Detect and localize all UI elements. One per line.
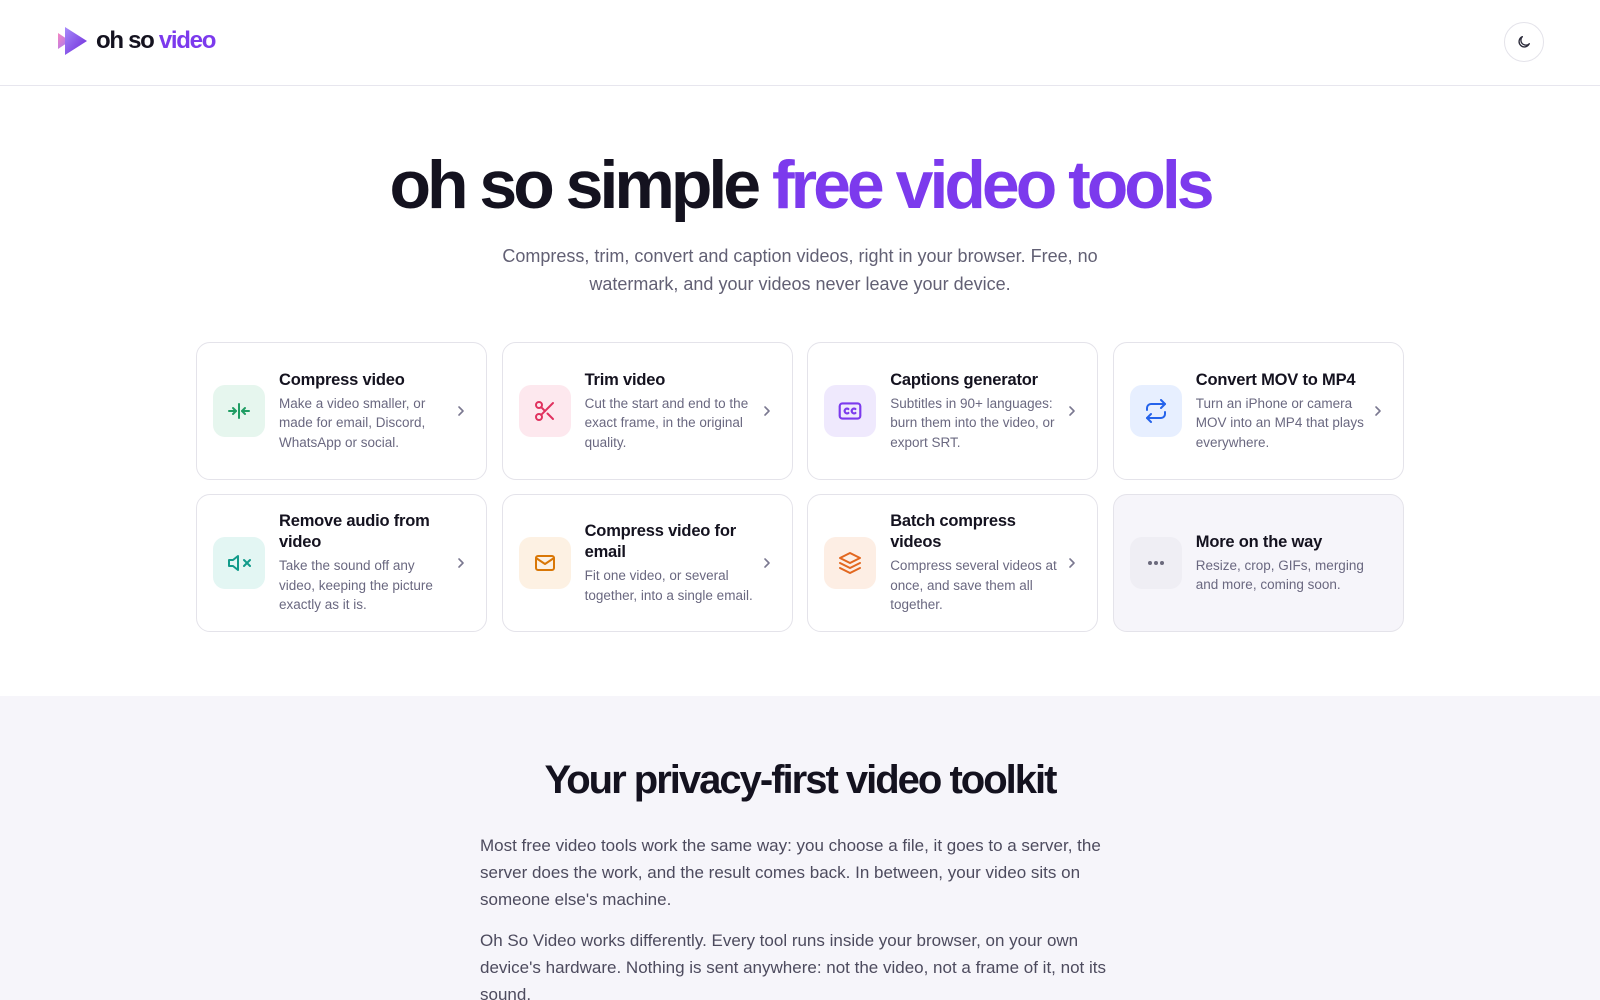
mail-icon: [534, 555, 555, 571]
more-dots-icon: [1147, 561, 1164, 565]
chevron-right-icon: [458, 558, 464, 568]
tool-title: Remove audio from video: [279, 512, 430, 552]
moon-icon: [1518, 36, 1530, 48]
theme-toggle-button[interactable]: [1504, 22, 1544, 62]
privacy-section: Your privacy-first video toolkit Most fr…: [0, 696, 1600, 1000]
tool-icon-box: [1129, 537, 1182, 589]
tools-grid: Compress video Make a video smaller, or …: [196, 342, 1404, 632]
tool-description: Take the sound off any video, keeping th…: [279, 558, 433, 613]
hero-title-accent: free video tools: [771, 147, 1215, 223]
tool-description: Resize, crop, GIFs, merging and more, co…: [1195, 557, 1364, 593]
compress-icon: [228, 403, 250, 419]
chevron-right-icon: [1069, 558, 1075, 568]
tool-description: Subtitles in 90+ languages: burn them in…: [890, 395, 1055, 450]
scissors-icon: [534, 401, 554, 421]
privacy-paragraph-2: Oh So Video works differently. Every too…: [480, 931, 1106, 1000]
tool-icon-box: [518, 537, 571, 589]
tool-title: Convert MOV to MP4: [1195, 370, 1356, 389]
privacy-heading: Your privacy-first video toolkit: [544, 758, 1058, 802]
tool-icon-box: [824, 385, 877, 437]
tool-description: Fit one video, or several together, into…: [584, 568, 753, 603]
tool-description: Make a video smaller, or made for email,…: [279, 395, 426, 450]
convert-arrows-icon: [1145, 399, 1166, 423]
tool-icon-box: [518, 385, 571, 437]
tool-card-captions-generator[interactable]: Captions generator Subtitles in 90+ lang…: [807, 342, 1099, 480]
tool-title: Trim video: [584, 370, 666, 389]
cc-icon: [838, 402, 862, 420]
hero-subtitle: Compress, trim, convert and caption vide…: [502, 246, 1098, 294]
tool-title: More on the way: [1195, 532, 1323, 551]
tool-card-compress-video[interactable]: Compress video Make a video smaller, or …: [196, 342, 487, 480]
tool-title: Compress video: [279, 370, 405, 389]
hero-title: oh so simple free video tools: [0, 140, 1600, 230]
tool-card-convert-mov-to-mp4[interactable]: Convert MOV to MP4 Turn an iPhone or cam…: [1112, 342, 1404, 480]
tool-icon-box: [213, 385, 265, 437]
chevron-right-icon: [1374, 406, 1381, 416]
tool-title: Batch compress videos: [890, 512, 1016, 552]
brand-name-oh: oh so: [96, 27, 155, 54]
tool-icon-box: [824, 537, 877, 589]
privacy-paragraph-1: Most free video tools work the same way:…: [480, 836, 1101, 909]
chevron-right-icon: [763, 558, 770, 568]
tool-card-trim-video[interactable]: Trim video Cut the start and end to the …: [501, 342, 793, 480]
tool-card-more-coming: More on the way Resize, crop, GIFs, merg…: [1112, 494, 1404, 632]
tool-card-remove-audio[interactable]: Remove audio from video Take the sound o…: [196, 494, 487, 632]
tool-card-compress-for-email[interactable]: Compress video for email Fit one video, …: [501, 494, 793, 632]
mute-icon: [228, 555, 251, 571]
tool-description: Compress several videos at once, and sav…: [890, 558, 1057, 613]
tool-description: Cut the start and end to the exact frame…: [584, 395, 749, 450]
tool-icon-box: [213, 537, 265, 589]
chevron-right-icon: [1069, 406, 1075, 416]
site-header: oh so video: [0, 0, 1600, 86]
hero-title-dark: oh so simple: [389, 147, 761, 223]
chevron-right-icon: [763, 406, 770, 416]
chevron-right-icon: [458, 406, 464, 416]
tool-description: Turn an iPhone or camera MOV into an MP4…: [1195, 395, 1364, 450]
tool-card-batch-compress[interactable]: Batch compress videos Compress several v…: [807, 494, 1099, 632]
brand-logo-link[interactable]: oh so video: [56, 24, 216, 58]
tool-title: Captions generator: [890, 370, 1038, 389]
layers-icon: [839, 552, 862, 574]
brand-name-video: video: [158, 27, 216, 54]
play-logo-icon: [58, 27, 87, 55]
tool-title: Compress video for email: [584, 522, 737, 561]
tool-icon-box: [1129, 385, 1182, 437]
